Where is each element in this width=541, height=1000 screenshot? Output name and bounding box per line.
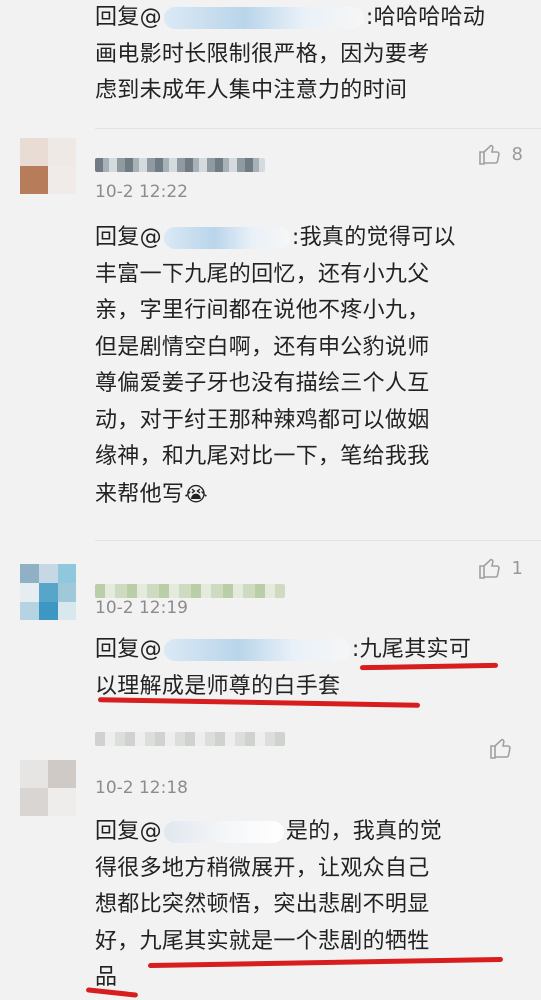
text-line: 品: [95, 965, 118, 990]
thumbs-up-icon: [478, 144, 500, 165]
text-line: :我真的觉得可以: [291, 225, 456, 250]
text-line: 来帮他写: [95, 481, 185, 507]
divider: [95, 540, 541, 541]
text-line: 想都比突然顿悟，突出悲剧不明显: [95, 892, 430, 917]
comment-text: 回复@ :我真的觉得可以 丰富一下九尾的回忆，还有小九父 亲，字里行间都在说他不疼…: [95, 220, 515, 513]
mention-blurred[interactable]: [163, 227, 290, 249]
comment-item: 回复@ :哈哈哈哈动 画电影时长限制很严格，因为要考 虑到未成年人集中注意力的时间: [0, 0, 541, 130]
text-line: 画电影时长限制很严格，因为要考: [95, 41, 430, 67]
like-button[interactable]: 8: [478, 142, 523, 166]
timestamp: 10-2 12:22: [95, 182, 188, 202]
comment-item: 10-2 12:22 8 回复@ :我真的觉得可以 丰富一下九尾的回忆，还有小九父…: [0, 130, 541, 542]
reply-prefix: 回复@: [95, 225, 162, 250]
text-line: :哈哈哈哈动: [365, 5, 486, 30]
text-line: 亲，字里行间都在说他不疼小九，: [95, 298, 430, 323]
comment-item: 10-2 12:18 回复@ 是的，我真的觉 得很多地方稍微展开，让观众自己 想都…: [0, 732, 541, 1000]
avatar[interactable]: [20, 564, 76, 620]
like-button[interactable]: [489, 736, 523, 760]
like-count: 1: [511, 557, 523, 579]
username-blurred[interactable]: [95, 158, 265, 172]
text-line: 虑到未成年人集中注意力的时间: [95, 78, 408, 103]
thumbs-up-icon: [478, 558, 500, 579]
crying-emoji-icon: 😭: [184, 481, 208, 506]
like-count: 8: [511, 143, 523, 165]
username-blurred[interactable]: [95, 732, 285, 746]
avatar[interactable]: [20, 138, 76, 194]
mention-blurred[interactable]: [163, 7, 364, 29]
text-line: 以理解成是师尊的白手套: [95, 673, 341, 699]
text-line: 得很多地方稍微展开，让观众自己: [95, 855, 430, 881]
text-line: 尊偏爱姜子牙也没有描绘三个人互: [95, 371, 430, 396]
divider: [95, 128, 541, 129]
text-line: 是的，我真的觉: [285, 819, 443, 844]
text-line: 动，对于纣王那种辣鸡都可以做姻: [95, 407, 430, 433]
text-line: 缘神，和九尾对比一下，笔给我我: [95, 444, 430, 469]
username-blurred[interactable]: [95, 584, 285, 598]
text-line: 丰富一下九尾的回忆，还有小九父: [95, 261, 430, 287]
mention-blurred[interactable]: [163, 639, 350, 661]
text-line: 但是剧情空白啊，还有申公豹说师: [95, 334, 430, 360]
mention-blurred[interactable]: [163, 821, 284, 843]
timestamp: 10-2 12:18: [95, 778, 188, 798]
reply-prefix: 回复@: [95, 5, 162, 30]
comment-text: 回复@ :哈哈哈哈动 画电影时长限制很严格，因为要考 虑到未成年人集中注意力的时间: [95, 0, 515, 110]
like-button[interactable]: 1: [478, 556, 523, 580]
reply-prefix: 回复@: [95, 819, 162, 844]
comment-item: 10-2 12:19 1 回复@ :九尾其实可 以理解成是师尊的白手套: [0, 542, 541, 732]
text-line: 好，九尾其实就是一个悲剧的牺牲: [95, 928, 430, 954]
avatar[interactable]: [20, 760, 76, 816]
thumbs-up-icon: [490, 738, 511, 759]
timestamp: 10-2 12:19: [95, 598, 188, 618]
text-line: :九尾其实可: [351, 637, 472, 662]
reply-prefix: 回复@: [95, 637, 162, 662]
comment-text: 回复@ 是的，我真的觉 得很多地方稍微展开，让观众自己 想都比突然顿悟，突出悲剧不…: [95, 814, 515, 997]
